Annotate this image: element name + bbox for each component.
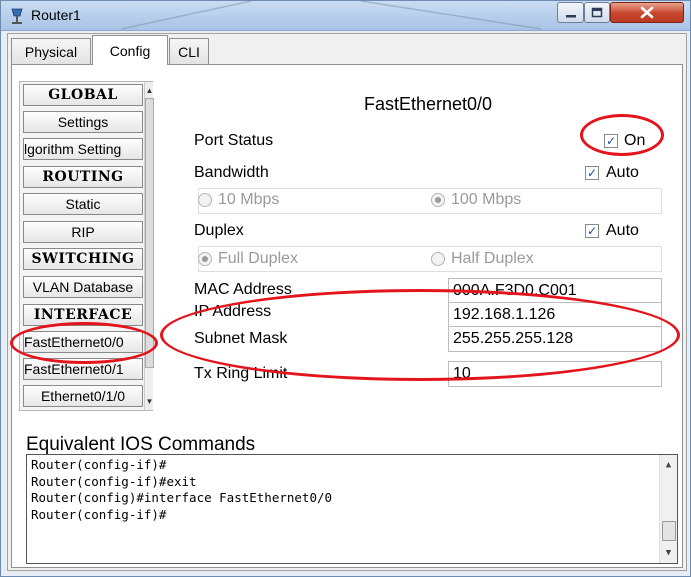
sidebar-item-vlan-database[interactable]: VLAN Database xyxy=(23,276,143,298)
scroll-up-icon[interactable]: ▲ xyxy=(660,457,677,473)
sidebar-item-algorithm-settings[interactable]: lgorithm Setting xyxy=(23,138,143,160)
scrollbar-thumb[interactable] xyxy=(662,521,676,541)
window-title: Router1 xyxy=(31,7,81,23)
full-duplex-radio[interactable] xyxy=(198,252,212,266)
maximize-button[interactable] xyxy=(584,2,610,23)
tab-cli[interactable]: CLI xyxy=(169,38,209,64)
scroll-up-icon[interactable]: ▲ xyxy=(145,83,154,97)
console-line: Router(config-if)# xyxy=(31,457,167,472)
duplex-label: Duplex xyxy=(194,222,244,239)
half-duplex-label: Half Duplex xyxy=(451,250,534,267)
sidebar-header-interface: INTERFACE xyxy=(23,304,143,326)
ios-commands-title: Equivalent IOS Commands xyxy=(26,434,256,455)
console-line: Router(config-if)# xyxy=(31,506,167,522)
tx-ring-limit-label: Tx Ring Limit xyxy=(194,365,288,382)
scroll-down-icon[interactable]: ▼ xyxy=(145,394,154,408)
ios-command-console[interactable]: Router(config-if)# Router(config-if)#exi… xyxy=(26,454,678,564)
sidebar-header-switching: SWITCHING xyxy=(23,248,143,270)
sidebar-item-static[interactable]: Static xyxy=(23,193,143,215)
sidebar-header-global: GLOBAL xyxy=(23,84,143,106)
console-line: Router(config-if)#exit xyxy=(31,473,197,489)
duplex-auto-checkbox[interactable]: ✓ xyxy=(585,224,599,238)
bandwidth-label: Bandwidth xyxy=(194,164,269,181)
sidebar-item-fastethernet0-1[interactable]: FastEthernet0/1 xyxy=(23,358,143,380)
duplex-auto-label: Auto xyxy=(606,222,639,239)
console-line: Router(config)#interface FastEthernet0/0 xyxy=(31,490,333,505)
sidebar-item-settings[interactable]: Settings xyxy=(23,111,143,133)
ip-address-field[interactable]: 192.168.1.126 xyxy=(448,302,662,328)
sidebar-item-rip[interactable]: RIP xyxy=(23,221,143,243)
tab-config[interactable]: Config xyxy=(92,35,168,65)
ip-address-label: IP Address xyxy=(194,303,272,320)
minimize-button[interactable] xyxy=(557,2,584,23)
client-area: Physical Config CLI GLOBAL Settings lgor… xyxy=(7,33,687,571)
title-bar[interactable]: Router1 xyxy=(1,1,690,31)
bandwidth-auto-label: Auto xyxy=(606,164,639,181)
sidebar-header-routing: ROUTING xyxy=(23,166,143,188)
close-icon xyxy=(640,6,654,19)
bandwidth-100-label: 100 Mbps xyxy=(451,191,522,208)
port-status-checkbox[interactable]: ✓ xyxy=(604,134,618,148)
background-topology-decoration xyxy=(121,1,542,30)
mac-address-label: MAC Address xyxy=(194,281,292,298)
scroll-down-icon[interactable]: ▼ xyxy=(660,545,677,561)
sidebar-item-ethernet0-1-0[interactable]: Ethernet0/1/0 xyxy=(23,385,143,407)
router-window: Router1 Physical Config CLI GLOBAL Setti… xyxy=(0,0,691,577)
mac-address-field[interactable]: 000A.F3D0.C001 xyxy=(448,278,662,304)
half-duplex-radio[interactable] xyxy=(431,252,445,266)
console-scrollbar[interactable]: ▲ ▼ xyxy=(659,455,677,563)
subnet-mask-label: Subnet Mask xyxy=(194,330,288,347)
port-status-label: Port Status xyxy=(194,132,274,149)
close-button[interactable] xyxy=(610,2,684,23)
tab-physical[interactable]: Physical xyxy=(11,38,91,64)
sidebar-item-fastethernet0-0[interactable]: FastEthernet0/0 xyxy=(23,331,143,353)
interface-title: FastEthernet0/0 xyxy=(363,94,493,114)
bandwidth-100-radio[interactable] xyxy=(431,193,445,207)
subnet-mask-field[interactable]: 255.255.255.128 xyxy=(448,326,662,352)
bandwidth-auto-checkbox[interactable]: ✓ xyxy=(585,166,599,180)
scrollbar-thumb[interactable] xyxy=(145,98,154,368)
tx-ring-limit-field[interactable]: 10 xyxy=(448,361,662,387)
bandwidth-10-radio[interactable] xyxy=(198,193,212,207)
sidebar-scrollbar[interactable]: ▲ ▼ xyxy=(144,82,154,410)
config-sidebar: GLOBAL Settings lgorithm Setting ROUTING… xyxy=(19,81,154,411)
port-status-on-label: On xyxy=(624,132,646,149)
router-icon xyxy=(11,8,23,24)
maximize-icon xyxy=(591,7,603,18)
minimize-icon xyxy=(565,14,576,17)
bandwidth-10-label: 10 Mbps xyxy=(218,191,280,208)
full-duplex-label: Full Duplex xyxy=(218,250,299,267)
